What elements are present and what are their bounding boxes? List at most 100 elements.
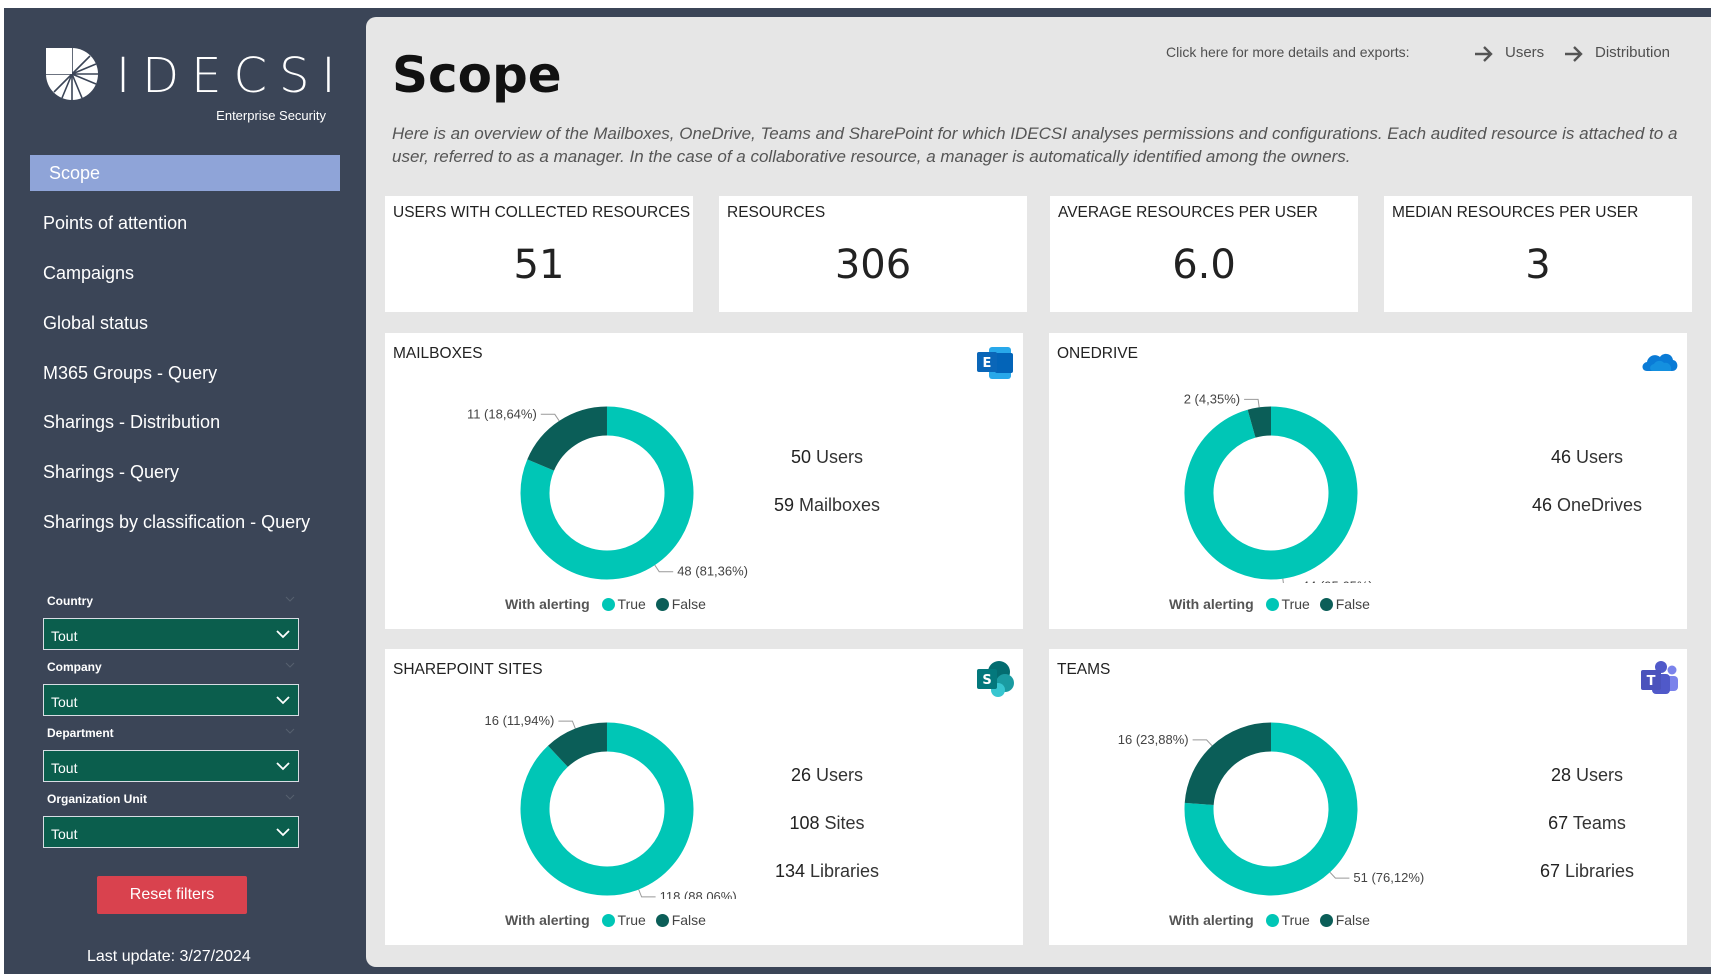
details-hint: Click here for more details and exports:: [1166, 44, 1410, 60]
kpi-label: USERS WITH COLLECTED RESOURCES: [393, 204, 691, 221]
nav-item-sharings-query[interactable]: Sharings - Query: [30, 454, 340, 490]
kpi-card-users: USERS WITH COLLECTED RESOURCES 51: [385, 196, 693, 312]
kpi-value: 6.0: [1172, 242, 1236, 288]
stat-text: OneDrives: [1557, 495, 1643, 515]
stat-number: 67: [1539, 861, 1560, 881]
distribution-details-link[interactable]: Distribution: [1565, 44, 1671, 62]
last-update: Last update: 3/27/2024: [87, 948, 251, 966]
chevron-down-icon: [276, 630, 290, 639]
kpi-value: 3: [1525, 242, 1551, 288]
data-label-true: 51 (76,12%): [1353, 870, 1424, 885]
data-label-false: 16 (11,94%): [485, 713, 555, 728]
legend-item-false[interactable]: False: [1319, 912, 1370, 928]
legend-item-false[interactable]: False: [655, 912, 706, 928]
data-label-false: 2 (4,35%): [1184, 391, 1240, 406]
department-select[interactable]: Tout: [43, 750, 299, 782]
company-select[interactable]: Tout: [43, 684, 299, 716]
collapse-chevron-icon[interactable]: [285, 728, 295, 734]
stat-libraries: 134 Libraries: [727, 861, 927, 882]
data-label-leader-false: [1244, 398, 1260, 408]
data-label-leader-false: [1192, 739, 1213, 747]
legend-label-false: False: [671, 596, 706, 612]
legend-label-false: False: [1335, 596, 1370, 612]
distribution-details-link-label: Distribution: [1595, 44, 1671, 61]
chart-legend: With alerting True False: [1169, 596, 1376, 612]
organization-unit-select[interactable]: Tout: [43, 816, 299, 848]
legend-dot-true-icon: [601, 914, 615, 927]
stat-teams: 67 Teams: [1487, 813, 1687, 834]
legend-dot-true-icon: [601, 598, 615, 611]
collapse-chevron-icon[interactable]: [285, 794, 295, 800]
brand-name: IDECSI: [116, 48, 348, 104]
nav-item-m365-groups-query[interactable]: M365 Groups - Query: [30, 355, 340, 391]
filter-label-organization-unit: Organization Unit: [47, 792, 147, 806]
nav-item-sharings-distribution[interactable]: Sharings - Distribution: [30, 404, 340, 440]
data-label-leader-false: [540, 413, 560, 422]
donut-slice-true[interactable]: [520, 722, 694, 896]
chart-legend: With alerting True False: [1169, 912, 1376, 928]
data-label-leader-true: [1282, 578, 1284, 583]
kpi-label: AVERAGE RESOURCES PER USER: [1058, 204, 1318, 221]
company-select-value: Tout: [51, 694, 78, 710]
kpi-card-resources: RESOURCES 306: [719, 196, 1027, 312]
reset-filters-button[interactable]: Reset filters: [97, 876, 247, 914]
legend-item-false[interactable]: False: [655, 596, 706, 612]
legend-title: With alerting: [505, 596, 590, 612]
stat-text: Libraries: [1565, 861, 1635, 881]
legend-dot-false-icon: [655, 914, 669, 927]
legend-item-true[interactable]: True: [1265, 912, 1310, 928]
last-update-label: Last update:: [87, 948, 176, 965]
data-label-true: 118 (88,06%): [660, 889, 737, 899]
stat-users: 50 Users: [727, 447, 927, 468]
donut-slice-true[interactable]: [1184, 406, 1358, 580]
nav-item-scope[interactable]: Scope: [30, 155, 340, 191]
nav-item-campaigns[interactable]: Campaigns: [30, 255, 340, 291]
brand-tagline: Enterprise Security: [216, 108, 326, 123]
page-title: Scope: [392, 46, 562, 104]
legend-item-true[interactable]: True: [601, 596, 646, 612]
donut-slice-false[interactable]: [527, 406, 608, 472]
sharepoint-sites-donut-chart: 16 (11,94%) 118 (88,06%): [485, 713, 737, 899]
data-label-leader-true: [638, 889, 656, 898]
stat-onedrives: 46 OneDrives: [1487, 495, 1687, 516]
stat-text: Teams: [1572, 813, 1626, 833]
nav-item-sharings-by-classification-query[interactable]: Sharings by classification - Query: [30, 504, 340, 540]
legend-dot-false-icon: [1319, 598, 1333, 611]
legend-dot-false-icon: [655, 598, 669, 611]
data-label-true: 48 (81,36%): [677, 564, 748, 579]
stat-number: 26: [790, 765, 811, 785]
collapse-chevron-icon[interactable]: [285, 662, 295, 668]
intro-text: Here is an overview of the Mailboxes, On…: [392, 124, 1678, 166]
collapse-chevron-icon[interactable]: [285, 596, 295, 602]
nav-item-points-of-attention[interactable]: Points of attention: [30, 205, 340, 241]
legend-label-true: True: [1281, 596, 1310, 612]
stat-number: 108: [789, 813, 820, 833]
filter-label-department: Department: [47, 726, 114, 740]
stat-text: Users: [816, 765, 864, 785]
legend-title: With alerting: [505, 912, 590, 928]
stat-libraries: 67 Libraries: [1487, 861, 1687, 882]
chart-legend: With alerting True False: [505, 912, 712, 928]
brand-logo: IDECSI Enterprise Security: [44, 46, 336, 126]
nav-item-global-status[interactable]: Global status: [30, 305, 340, 341]
donut-slice-false[interactable]: [1184, 722, 1272, 806]
legend-dot-true-icon: [1265, 598, 1279, 611]
data-label-leader-false: [558, 720, 576, 729]
country-select[interactable]: Tout: [43, 618, 299, 650]
stat-number: 59: [773, 495, 794, 515]
stat-users: 28 Users: [1487, 765, 1687, 786]
legend-item-true[interactable]: True: [1265, 596, 1310, 612]
legend-item-false[interactable]: False: [1319, 596, 1370, 612]
donut-slice-false[interactable]: [1247, 406, 1272, 438]
legend-item-true[interactable]: True: [601, 912, 646, 928]
arrow-right-icon: [1565, 46, 1583, 62]
stat-mailboxes: 59 Mailboxes: [727, 495, 927, 516]
filter-label-company: Company: [47, 660, 102, 674]
data-label-false: 16 (23,88%): [1118, 732, 1189, 747]
legend-label-false: False: [671, 912, 706, 928]
stat-number: 50: [790, 447, 811, 467]
donut-slice-false[interactable]: [548, 722, 608, 768]
data-label-true: 44 (95,65%): [1302, 579, 1373, 583]
users-details-link[interactable]: Users: [1475, 44, 1544, 62]
department-select-value: Tout: [51, 760, 78, 776]
